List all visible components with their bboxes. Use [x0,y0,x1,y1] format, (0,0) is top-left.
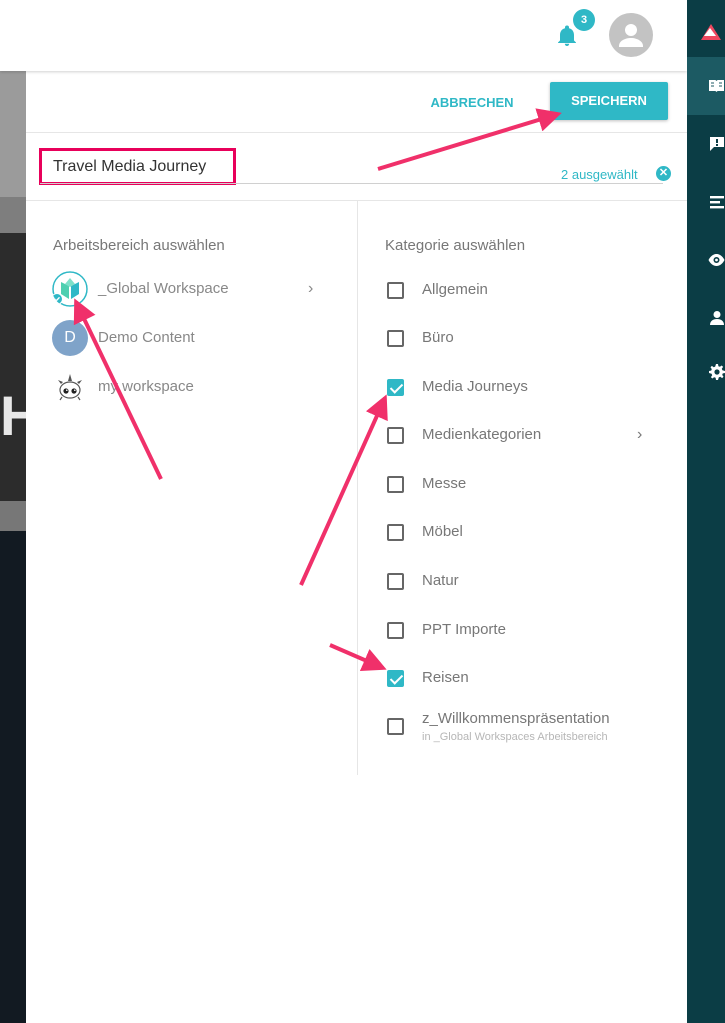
category-item-medienkategorien[interactable]: Medienkategorien › [387,426,657,450]
category-sublabel: in _Global Workspaces Arbeitsbereich [422,731,608,743]
category-label: Natur [422,572,459,589]
chevron-right-icon[interactable]: › [637,426,642,444]
person-icon [710,311,724,325]
workspace-label: my workspace [98,378,194,395]
sidebar-item-list[interactable] [687,174,725,232]
feedback-icon [710,137,724,151]
gear-icon [709,364,725,380]
save-button[interactable]: SPEICHERN [550,82,668,120]
input-underline [40,183,663,184]
app-logo-icon [701,24,721,40]
category-label: Möbel [422,523,463,540]
cancel-button[interactable]: ABBRECHEN [416,85,528,121]
workspace-label: _Global Workspace [98,280,229,297]
category-checkbox-checked[interactable] [387,379,404,396]
sidebar-item-settings[interactable] [687,344,725,402]
background-page: H [0,71,40,1023]
category-label: Büro [422,329,454,346]
book-open-icon [709,80,724,92]
category-item-messe[interactable]: Messe [387,475,657,499]
category-item-media-journeys[interactable]: Media Journeys [387,378,657,402]
category-label: Allgemein [422,281,488,298]
right-sidebar [687,0,725,1023]
divider [26,132,687,133]
category-checkbox-checked[interactable] [387,670,404,687]
category-section-title: Kategorie auswählen [385,237,526,254]
global-workspace-logo-icon [52,271,88,307]
category-item-reisen[interactable]: Reisen [387,669,657,693]
selected-count: 2 ausgewählt [561,167,638,182]
list-icon [710,196,724,209]
workspace-section-title: Arbeitsbereich auswählen [53,237,225,254]
category-label: Reisen [422,669,469,686]
sidebar-item-users[interactable] [687,290,725,348]
category-edit-panel: ABBRECHEN SPEICHERN Travel Media Journey… [26,71,687,1023]
journey-name-input[interactable]: Travel Media Journey [39,148,236,185]
column-divider [357,201,358,775]
chevron-right-icon[interactable]: › [308,280,313,298]
person-icon [619,24,643,47]
category-item-moebel[interactable]: Möbel [387,523,657,547]
sidebar-item-preview[interactable] [687,232,725,290]
category-checkbox[interactable] [387,427,404,444]
category-label: Media Journeys [422,378,528,395]
category-item-buero[interactable]: Büro [387,329,657,353]
unicorn-mascot-icon [58,374,82,401]
top-bar: 3 [0,0,687,71]
category-item-willkommen[interactable]: z_Willkommenspräsentation in _Global Wor… [387,710,657,750]
letter-avatar-icon: D [52,320,88,356]
sidebar-item-feedback[interactable] [687,116,725,174]
clear-selection-icon[interactable]: ✕ [656,166,671,181]
sidebar-item-library[interactable] [687,57,725,115]
category-label: PPT Importe [422,621,506,638]
category-checkbox[interactable] [387,476,404,493]
workspace-label: Demo Content [98,329,195,346]
workspace-item-my[interactable]: my workspace [52,369,322,405]
category-label: z_Willkommenspräsentation [422,710,610,727]
workspace-item-global[interactable]: _Global Workspace › [52,271,322,307]
category-checkbox[interactable] [387,573,404,590]
category-checkbox[interactable] [387,524,404,541]
category-item-natur[interactable]: Natur [387,572,657,596]
category-item-allgemein[interactable]: Allgemein [387,281,657,305]
category-checkbox[interactable] [387,622,404,639]
category-label: Messe [422,475,467,492]
category-checkbox[interactable] [387,718,404,735]
workspace-item-demo[interactable]: D Demo Content [52,320,322,356]
category-item-ppt-importe[interactable]: PPT Importe [387,621,657,645]
user-avatar[interactable] [609,13,653,57]
eye-icon [708,254,725,266]
category-checkbox[interactable] [387,330,404,347]
category-label: Medienkategorien [422,426,542,443]
notification-badge: 3 [573,9,595,31]
category-checkbox[interactable] [387,282,404,299]
